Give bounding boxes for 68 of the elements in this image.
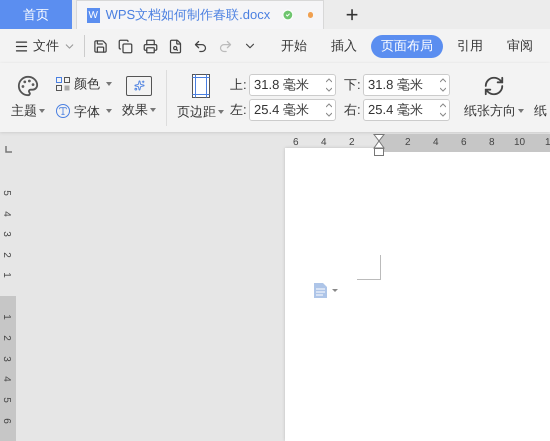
ruler-number: 5 — [0, 397, 11, 403]
indent-marker-icon[interactable] — [373, 134, 385, 156]
margins-button[interactable]: 页边距 — [177, 102, 224, 122]
caret-icon — [150, 108, 156, 112]
effects-button[interactable]: 效果 — [122, 100, 156, 120]
ruler-number: 2 — [0, 252, 11, 258]
colors-button[interactable]: 颜色 — [56, 74, 112, 94]
save-icon[interactable] — [93, 38, 108, 54]
undo-icon[interactable] — [193, 38, 208, 54]
caret-icon — [106, 82, 112, 86]
margin-field[interactable]: 25.4 毫米 — [363, 99, 450, 121]
ruler-number: 10 — [514, 136, 526, 150]
saved-icon — [282, 8, 294, 22]
spinner-icon[interactable] — [440, 78, 446, 92]
ruler-number: 4 — [0, 376, 11, 382]
ruler-number: 4 — [433, 136, 439, 150]
ribbon-tab[interactable]: 插入 — [321, 34, 367, 58]
orientation-button[interactable]: 纸张方向 — [464, 100, 524, 120]
ribbon-tab[interactable]: 引用 — [447, 34, 493, 58]
ruler-number: 4 — [321, 136, 327, 150]
caret-icon — [518, 108, 524, 112]
document-title: WPS文档如何制作春联.docx — [106, 6, 270, 24]
paper-size-button[interactable]: 纸 — [534, 100, 547, 120]
margin-field[interactable]: 25.4 毫米 — [249, 99, 336, 121]
margin-field[interactable]: 31.8 毫米 — [363, 74, 450, 96]
ruler-number: 8 — [489, 136, 495, 150]
ruler-number: 2 — [0, 335, 11, 341]
spinner-icon[interactable] — [326, 78, 332, 92]
ruler-number: 2 — [349, 136, 355, 150]
ribbon-tab[interactable]: 审阅 — [497, 34, 543, 58]
document-tab[interactable]: W WPS文档如何制作春联.docx — [76, 0, 324, 29]
ruler-number: 6 — [293, 136, 299, 150]
margin-field[interactable]: 31.8 毫米 — [249, 74, 336, 96]
margin-label: 上: — [230, 76, 247, 94]
margin-label: 下: — [344, 76, 361, 94]
fonts-button[interactable]: 字体 — [56, 102, 112, 121]
theme-button[interactable]: 主题 — [11, 100, 45, 120]
ruler-number: 2 — [405, 136, 411, 150]
effects-icon[interactable] — [126, 76, 152, 96]
document-icon: W — [87, 8, 100, 22]
ruler-number: 6 — [0, 418, 11, 424]
font-icon — [56, 104, 70, 118]
ribbon-tab[interactable]: 开始 — [271, 34, 317, 58]
margin-label: 左: — [230, 101, 247, 120]
spinner-icon[interactable] — [326, 103, 332, 117]
menu-icon — [14, 38, 29, 54]
margin-label: 右: — [344, 101, 361, 120]
file-menu[interactable]: 文件 — [14, 36, 76, 56]
caret-icon — [106, 109, 112, 114]
print-preview-icon[interactable] — [168, 38, 183, 54]
color-grid-icon — [56, 76, 70, 91]
ruler-number: 3 — [0, 231, 11, 237]
ruler-number: 1 — [545, 136, 550, 150]
tab-stop-icon[interactable] — [5, 146, 12, 153]
margin-corner-mark — [357, 255, 381, 280]
spinner-icon[interactable] — [440, 103, 446, 117]
ruler-number: 1 — [0, 314, 11, 320]
caret-icon — [39, 108, 45, 112]
ruler-number: 5 — [0, 190, 11, 196]
new-tab-button[interactable]: + — [340, 0, 364, 29]
ruler-number: 1 — [0, 272, 11, 278]
ruler-number: 4 — [0, 210, 11, 216]
ruler-number: 6 — [461, 136, 467, 150]
caret-icon — [218, 110, 224, 114]
page-margins-icon[interactable] — [192, 74, 210, 98]
palette-icon[interactable] — [17, 74, 39, 97]
print-icon[interactable] — [143, 38, 158, 54]
ruler-number: 3 — [0, 356, 11, 362]
